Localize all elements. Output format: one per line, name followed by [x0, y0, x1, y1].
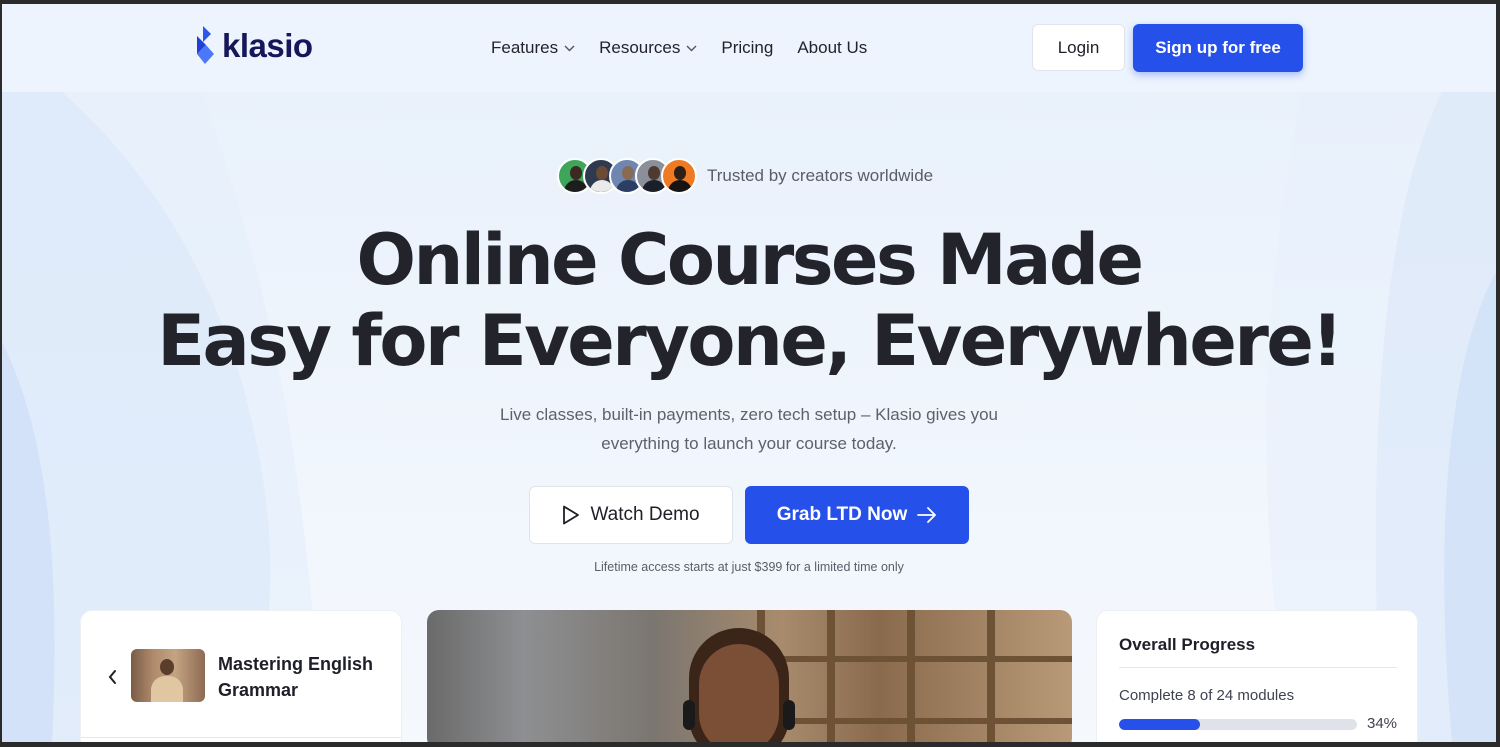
arrow-right-icon	[917, 507, 937, 523]
progress-bar	[1119, 719, 1357, 730]
trusted-text: Trusted by creators worldwide	[707, 166, 934, 185]
hero-title-line-1: Online Courses Made	[356, 219, 1144, 301]
progress-title: Overall Progress	[1119, 635, 1256, 654]
lifetime-access-note: Lifetime access starts at just $399 for …	[594, 560, 904, 574]
nav-item-label: Pricing	[721, 38, 774, 57]
trusted-badge: Trusted by creators worldwide	[557, 158, 933, 194]
divider	[81, 737, 401, 738]
divider	[1119, 667, 1397, 668]
site-header: klasio Features Resources Pricing About …	[2, 4, 1496, 92]
watch-demo-button[interactable]: Watch Demo	[529, 486, 733, 544]
signup-button[interactable]: Sign up for free	[1133, 24, 1303, 72]
nav-item-label: Features	[491, 38, 559, 57]
hero-subtitle-line-1: Live classes, built-in payments, zero te…	[500, 405, 998, 424]
avatar-group	[557, 158, 697, 194]
chevron-down-icon	[686, 45, 697, 51]
avatar	[661, 158, 697, 194]
course-thumbnail	[131, 649, 205, 702]
progress-subtitle: Complete 8 of 24 modules	[1119, 687, 1295, 704]
chevron-left-icon[interactable]	[107, 669, 117, 685]
main-nav: Features Resources Pricing About Us	[491, 38, 867, 58]
nav-item-resources[interactable]: Resources	[599, 38, 697, 58]
nav-item-about-us[interactable]: About Us	[797, 38, 867, 58]
brand-name: klasio	[222, 27, 313, 64]
nav-item-label: Resources	[599, 38, 681, 57]
video-preview[interactable]	[427, 610, 1072, 742]
nav-item-label: About Us	[797, 38, 868, 57]
progress-card: Overall Progress Complete 8 of 24 module…	[1096, 610, 1418, 742]
hero-subtitle: Live classes, built-in payments, zero te…	[449, 400, 1049, 458]
course-title: Mastering English Grammar	[218, 654, 374, 700]
browser-viewport: klasio Features Resources Pricing About …	[2, 4, 1496, 742]
grab-ltd-label: Grab LTD Now	[776, 504, 908, 525]
grab-ltd-button[interactable]: Grab LTD Now	[745, 486, 969, 544]
nav-item-features[interactable]: Features	[491, 38, 575, 58]
progress-percent: 34%	[1367, 715, 1398, 732]
brand-logo[interactable]: klasio	[194, 26, 313, 66]
play-icon	[563, 505, 580, 525]
progress-bar-fill	[1119, 719, 1200, 730]
course-card: Mastering English Grammar	[80, 610, 402, 742]
login-button[interactable]: Login	[1032, 24, 1125, 71]
hero-subtitle-line-2: everything to launch your course today.	[601, 434, 897, 453]
hero-section: Trusted by creators worldwide Online Cou…	[2, 92, 1496, 742]
watch-demo-label: Watch Demo	[590, 504, 700, 525]
chevron-down-icon	[564, 45, 575, 51]
nav-item-pricing[interactable]: Pricing	[721, 38, 773, 58]
hero-title-line-2: Easy for Everyone, Everywhere!	[157, 300, 1343, 382]
klasio-logo-icon	[197, 26, 214, 64]
